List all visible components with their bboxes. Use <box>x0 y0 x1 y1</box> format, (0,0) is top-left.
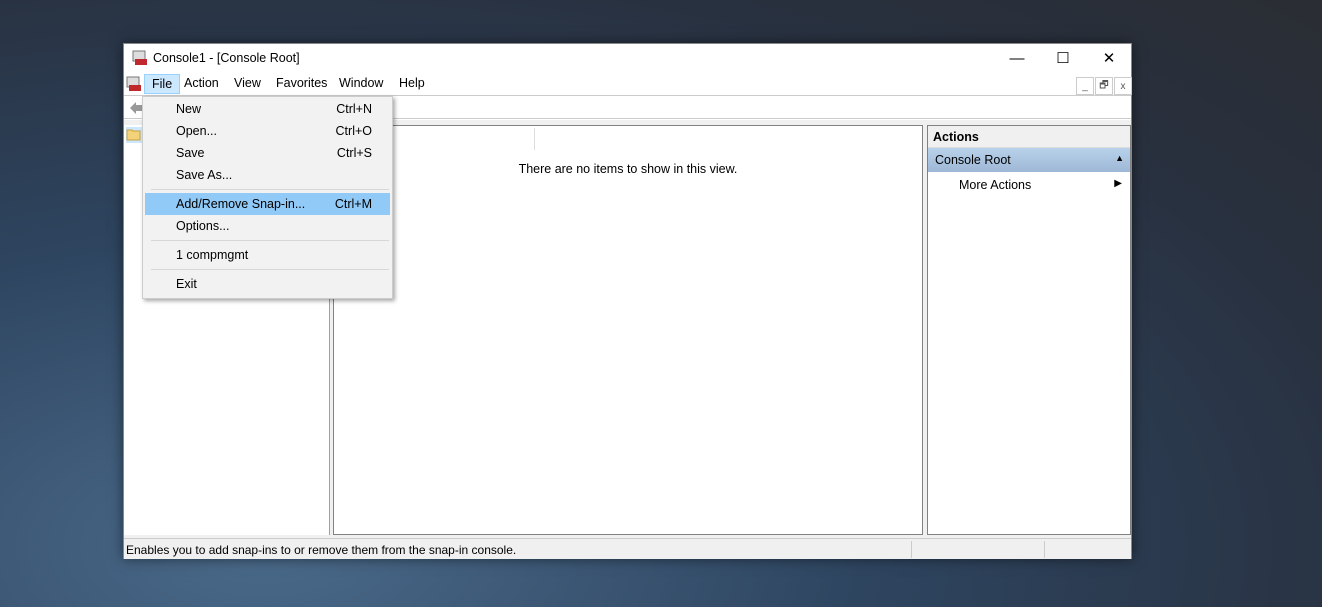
menu-item-open[interactable]: Open... Ctrl+O <box>145 120 390 142</box>
menu-favorites[interactable]: Favorites <box>269 74 334 94</box>
mdi-restore-button[interactable]: 🗗 <box>1095 77 1113 95</box>
item-label: Save <box>176 146 205 160</box>
item-shortcut: Ctrl+M <box>334 197 372 211</box>
title-bar: Console1 - [Console Root] — ☐ ✕ <box>124 44 1131 72</box>
collapse-triangle-icon[interactable]: ▲ <box>1115 153 1124 163</box>
maximize-button[interactable]: ☐ <box>1040 44 1086 72</box>
actions-pane: Actions Console Root ▲ More Actions ▶ <box>927 125 1131 535</box>
item-label: Exit <box>176 277 197 291</box>
action-label: More Actions <box>959 178 1032 192</box>
result-pane: There are no items to show in this view. <box>333 125 923 535</box>
mdi-close-button[interactable]: x <box>1114 77 1132 95</box>
mmc-app-icon <box>132 50 147 65</box>
actions-section-console-root[interactable]: Console Root ▲ <box>928 148 1130 172</box>
section-label: Console Root <box>935 153 1011 167</box>
actions-header: Actions <box>928 126 1130 148</box>
mdi-minimize-button[interactable]: _ <box>1076 77 1094 95</box>
item-label: Open... <box>176 124 217 138</box>
empty-message: There are no items to show in this view. <box>518 162 738 176</box>
status-bar: Enables you to add snap-ins to or remove… <box>124 538 1131 559</box>
item-shortcut: Ctrl+N <box>336 102 372 116</box>
menu-item-add-remove-snap-in[interactable]: Add/Remove Snap-in... Ctrl+M <box>145 193 390 215</box>
menu-separator <box>151 189 389 190</box>
status-divider <box>911 541 912 558</box>
menu-view[interactable]: View <box>227 74 268 94</box>
status-text: Enables you to add snap-ins to or remove… <box>126 543 517 557</box>
close-button[interactable]: ✕ <box>1086 44 1132 72</box>
menu-separator <box>151 240 389 241</box>
menu-separator <box>151 269 389 270</box>
menu-item-recent-compmgmt[interactable]: 1 compmgmt <box>145 244 390 266</box>
menu-item-options[interactable]: Options... <box>145 215 390 237</box>
column-divider <box>534 128 535 150</box>
item-shortcut: Ctrl+O <box>335 124 372 138</box>
item-label: New <box>176 102 202 116</box>
item-shortcut: Ctrl+S <box>336 146 372 160</box>
folder-icon <box>126 129 141 141</box>
menu-bar: File Action View Favorites Window Help <box>124 72 1131 96</box>
menu-action[interactable]: Action <box>177 74 226 94</box>
mmc-doc-icon <box>126 76 141 91</box>
menu-window[interactable]: Window <box>332 74 390 94</box>
status-divider <box>1044 541 1045 558</box>
menu-item-new[interactable]: New Ctrl+N <box>145 98 390 120</box>
item-label: 1 compmgmt <box>176 248 249 262</box>
item-label: Add/Remove Snap-in... <box>176 197 306 211</box>
submenu-arrow-icon: ▶ <box>1114 178 1122 189</box>
action-more-actions[interactable]: More Actions ▶ <box>928 174 1130 196</box>
menu-item-save[interactable]: Save Ctrl+S <box>145 142 390 164</box>
menu-file[interactable]: File <box>144 74 181 94</box>
item-label: Save As... <box>176 168 233 182</box>
menu-item-save-as[interactable]: Save As... <box>145 164 390 186</box>
file-menu-dropdown: New Ctrl+N Open... Ctrl+O Save Ctrl+S Save … <box>142 96 393 299</box>
window-title: Console1 - [Console Root] <box>153 51 300 65</box>
menu-help[interactable]: Help <box>392 74 432 94</box>
item-label: Options... <box>176 219 230 233</box>
minimize-button[interactable]: — <box>994 44 1040 72</box>
menu-item-exit[interactable]: Exit <box>145 273 390 295</box>
